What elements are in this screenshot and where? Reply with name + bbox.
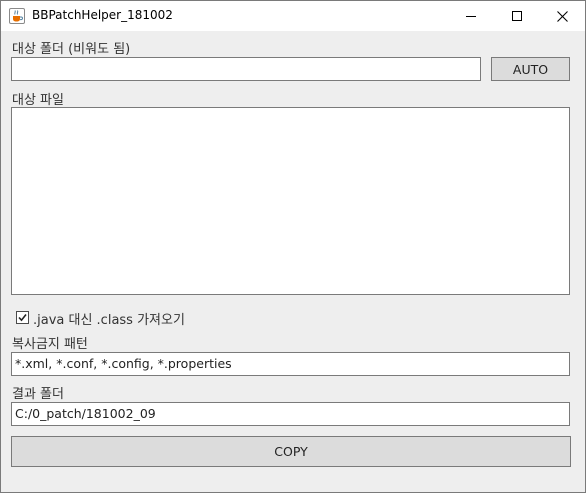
maximize-icon <box>512 11 522 21</box>
app-window: BBPatchHelper_181002 대상 폴더 (비워도 됨) AUTO … <box>0 0 586 493</box>
class-option-checkbox[interactable] <box>16 311 29 324</box>
class-option-label[interactable]: .java 대신 .class 가져오기 <box>33 309 185 328</box>
target-folder-label: 대상 폴더 (비워도 됨) <box>12 42 131 57</box>
auto-button[interactable]: AUTO <box>491 57 570 81</box>
target-files-label: 대상 파일 <box>12 93 64 108</box>
title-bar[interactable]: BBPatchHelper_181002 <box>1 1 585 31</box>
maximize-button[interactable] <box>494 1 540 31</box>
minimize-button[interactable] <box>448 1 494 31</box>
java-cup-icon <box>9 8 25 24</box>
minimize-icon <box>466 16 476 17</box>
target-folder-input[interactable] <box>11 57 481 81</box>
close-button[interactable] <box>539 1 585 31</box>
exclude-pattern-label: 복사금지 패턴 <box>12 337 88 352</box>
copy-button[interactable]: COPY <box>11 436 571 467</box>
target-files-textarea[interactable] <box>11 107 570 295</box>
checkmark-icon <box>18 314 27 322</box>
result-folder-label: 결과 폴더 <box>12 387 64 402</box>
window-title: BBPatchHelper_181002 <box>32 8 173 22</box>
close-icon <box>556 10 568 22</box>
result-folder-input[interactable]: C:/0_patch/181002_09 <box>11 402 570 426</box>
exclude-pattern-input[interactable]: *.xml, *.conf, *.config, *.properties <box>11 352 570 376</box>
